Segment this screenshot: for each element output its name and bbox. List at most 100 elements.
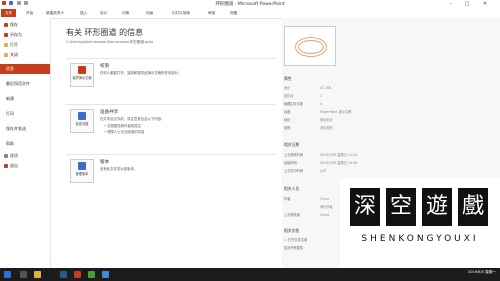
sidebar-item-close[interactable]: 关闭: [0, 50, 50, 60]
property-value: 1: [320, 94, 323, 98]
app-icon[interactable]: [88, 271, 95, 278]
minimize-button[interactable]: –: [444, 0, 458, 8]
search-icon[interactable]: [20, 271, 27, 278]
page-title: 有关 环形圈道 的信息: [66, 28, 144, 37]
property-key: 大小: [284, 86, 291, 90]
related-docs-header: 相关文档: [284, 228, 300, 233]
versions-section: 管理版本 版本 没有此文件的以前版本。: [66, 154, 276, 185]
list-item: • 残障人士无法阅读的内容: [104, 130, 145, 134]
close-button[interactable]: ✕: [478, 0, 492, 8]
save-icon: [4, 23, 8, 27]
sidebar-item-info[interactable]: 信息: [0, 64, 50, 74]
button-label: 检查问题: [75, 122, 89, 126]
title-bar: 环形圈道 - Microsoft PowerPoint – □ ✕: [0, 0, 500, 8]
related-dates-header: 相关日期: [284, 142, 300, 147]
sidebar-item-recent[interactable]: 最近所用文件: [0, 79, 50, 89]
bullet-text: 文档属性和作者的姓名: [107, 124, 141, 128]
property-row: 类别 添加类别: [284, 125, 333, 130]
property-value: 2019/7/28 星期日 20:36: [320, 161, 358, 165]
section-description: 在共享此文件前，请注意其包含以下内容：: [100, 117, 165, 121]
lock-icon: [78, 66, 86, 74]
tab-insert[interactable]: 插入: [80, 9, 87, 17]
property-row: 上次修改者 China: [284, 212, 329, 217]
tab-review[interactable]: 审阅: [208, 9, 215, 17]
section-title: 版本: [100, 160, 110, 165]
related-people-header: 相关人员: [284, 186, 300, 191]
property-row: 标记 添加标记: [284, 117, 333, 122]
sidebar-item-save[interactable]: 保存: [0, 20, 50, 30]
property-value[interactable]: 添加标记: [320, 118, 333, 122]
powerpoint-icon[interactable]: [2, 1, 6, 5]
tab-new-tab[interactable]: 新建选项卡: [46, 9, 64, 17]
property-row: 大小 47.1KB: [284, 85, 331, 90]
link-label: 打开文件位置: [288, 238, 308, 242]
protect-presentation-button[interactable]: 保护演示文稿: [70, 63, 94, 87]
property-value: 0: [320, 102, 323, 106]
tab-design[interactable]: 设计: [100, 9, 107, 17]
property-value: China: [320, 213, 330, 217]
manage-versions-button[interactable]: 管理版本: [70, 159, 94, 183]
tab-home[interactable]: 开始: [26, 9, 33, 17]
save-icon[interactable]: [9, 1, 14, 5]
property-key: 上次修改者: [284, 213, 300, 217]
logo-glyph: 遊: [422, 188, 452, 226]
property-value: 2019/7/28 星期日 21:10: [320, 153, 358, 157]
property-key: 作者: [284, 197, 291, 201]
redo-icon[interactable]: [23, 1, 28, 5]
tab-animations[interactable]: 动画: [146, 9, 153, 17]
tab-view[interactable]: 视图: [230, 9, 237, 17]
button-label: 管理版本: [75, 172, 89, 176]
sidebar-item-options[interactable]: 选项: [0, 151, 50, 161]
sidebar-item-label: 选项: [10, 153, 18, 158]
sidebar-item-label: 另存为: [10, 32, 22, 37]
save-as-icon: [4, 33, 8, 37]
clock: 2019/8/5 星期一: [467, 270, 496, 274]
property-key: 隐藏幻灯片数: [284, 102, 304, 106]
property-key: 创建时间: [284, 161, 297, 165]
start-icon[interactable]: [4, 271, 11, 278]
property-row: 添加作者: [284, 204, 333, 209]
check-issues-button[interactable]: 检查问题: [70, 109, 94, 133]
open-file-location-link[interactable]: ▭ 打开文件位置: [284, 237, 307, 242]
logo-glyph: 空: [386, 188, 416, 226]
app-icon[interactable]: [102, 271, 109, 278]
tab-file[interactable]: 文件: [1, 9, 17, 17]
sidebar-item-save-as[interactable]: 另存为: [0, 30, 50, 40]
info-content: 有关 环形圈道 的信息 C:\Users\Administrator\Docum…: [52, 18, 282, 268]
window-title: 环形圈道 - Microsoft PowerPoint: [215, 2, 285, 7]
property-key: 标题: [284, 110, 291, 114]
sidebar-item-label: 保存: [10, 22, 18, 27]
tab-transitions[interactable]: 切换: [122, 9, 129, 17]
section-title: 权限: [100, 64, 110, 69]
property-value[interactable]: PowerPoint 演示文稿: [320, 110, 351, 114]
sidebar-item-new[interactable]: 新建: [0, 94, 50, 104]
open-icon: [4, 43, 8, 47]
undo-icon[interactable]: [16, 1, 21, 5]
sidebar-item-open[interactable]: 打开: [0, 40, 50, 50]
tab-slideshow[interactable]: 幻灯片放映: [172, 9, 190, 17]
word-icon[interactable]: [60, 271, 67, 278]
slide-thumbnail: [284, 26, 336, 66]
sidebar-item-label: 关闭: [10, 52, 18, 57]
property-key: 上次打印时间: [284, 169, 304, 173]
property-row: 上次打印时间 从不: [284, 168, 326, 173]
section-description: 任何人都能打开、复制和更改此演示文稿的任何部分。: [100, 71, 182, 75]
sidebar-item-save-send[interactable]: 保存并发送: [0, 124, 50, 134]
powerpoint-icon[interactable]: [74, 271, 81, 278]
sidebar-item-help[interactable]: 帮助: [0, 139, 50, 149]
exit-icon: [4, 164, 8, 168]
sidebar-item-label: 打开: [10, 42, 18, 47]
versions-icon: [78, 162, 86, 170]
properties-header[interactable]: 属性: [284, 76, 292, 82]
property-value[interactable]: 添加类别: [320, 126, 333, 130]
file-path: C:\Users\Administrator\Documents\环形圈道.pp…: [66, 40, 154, 44]
maximize-button[interactable]: □: [460, 0, 474, 8]
show-all-properties-link[interactable]: 显示所有属性: [284, 245, 303, 250]
logo-glyph: 深: [350, 188, 380, 226]
property-row: 作者 China: [284, 196, 329, 201]
add-author-link[interactable]: 添加作者: [320, 205, 333, 209]
sidebar-item-print[interactable]: 打印: [0, 109, 50, 119]
property-row: 创建时间 2019/7/28 星期日 20:36: [284, 160, 357, 165]
sidebar-item-exit[interactable]: 退出: [0, 161, 50, 171]
file-explorer-icon[interactable]: [34, 271, 41, 278]
